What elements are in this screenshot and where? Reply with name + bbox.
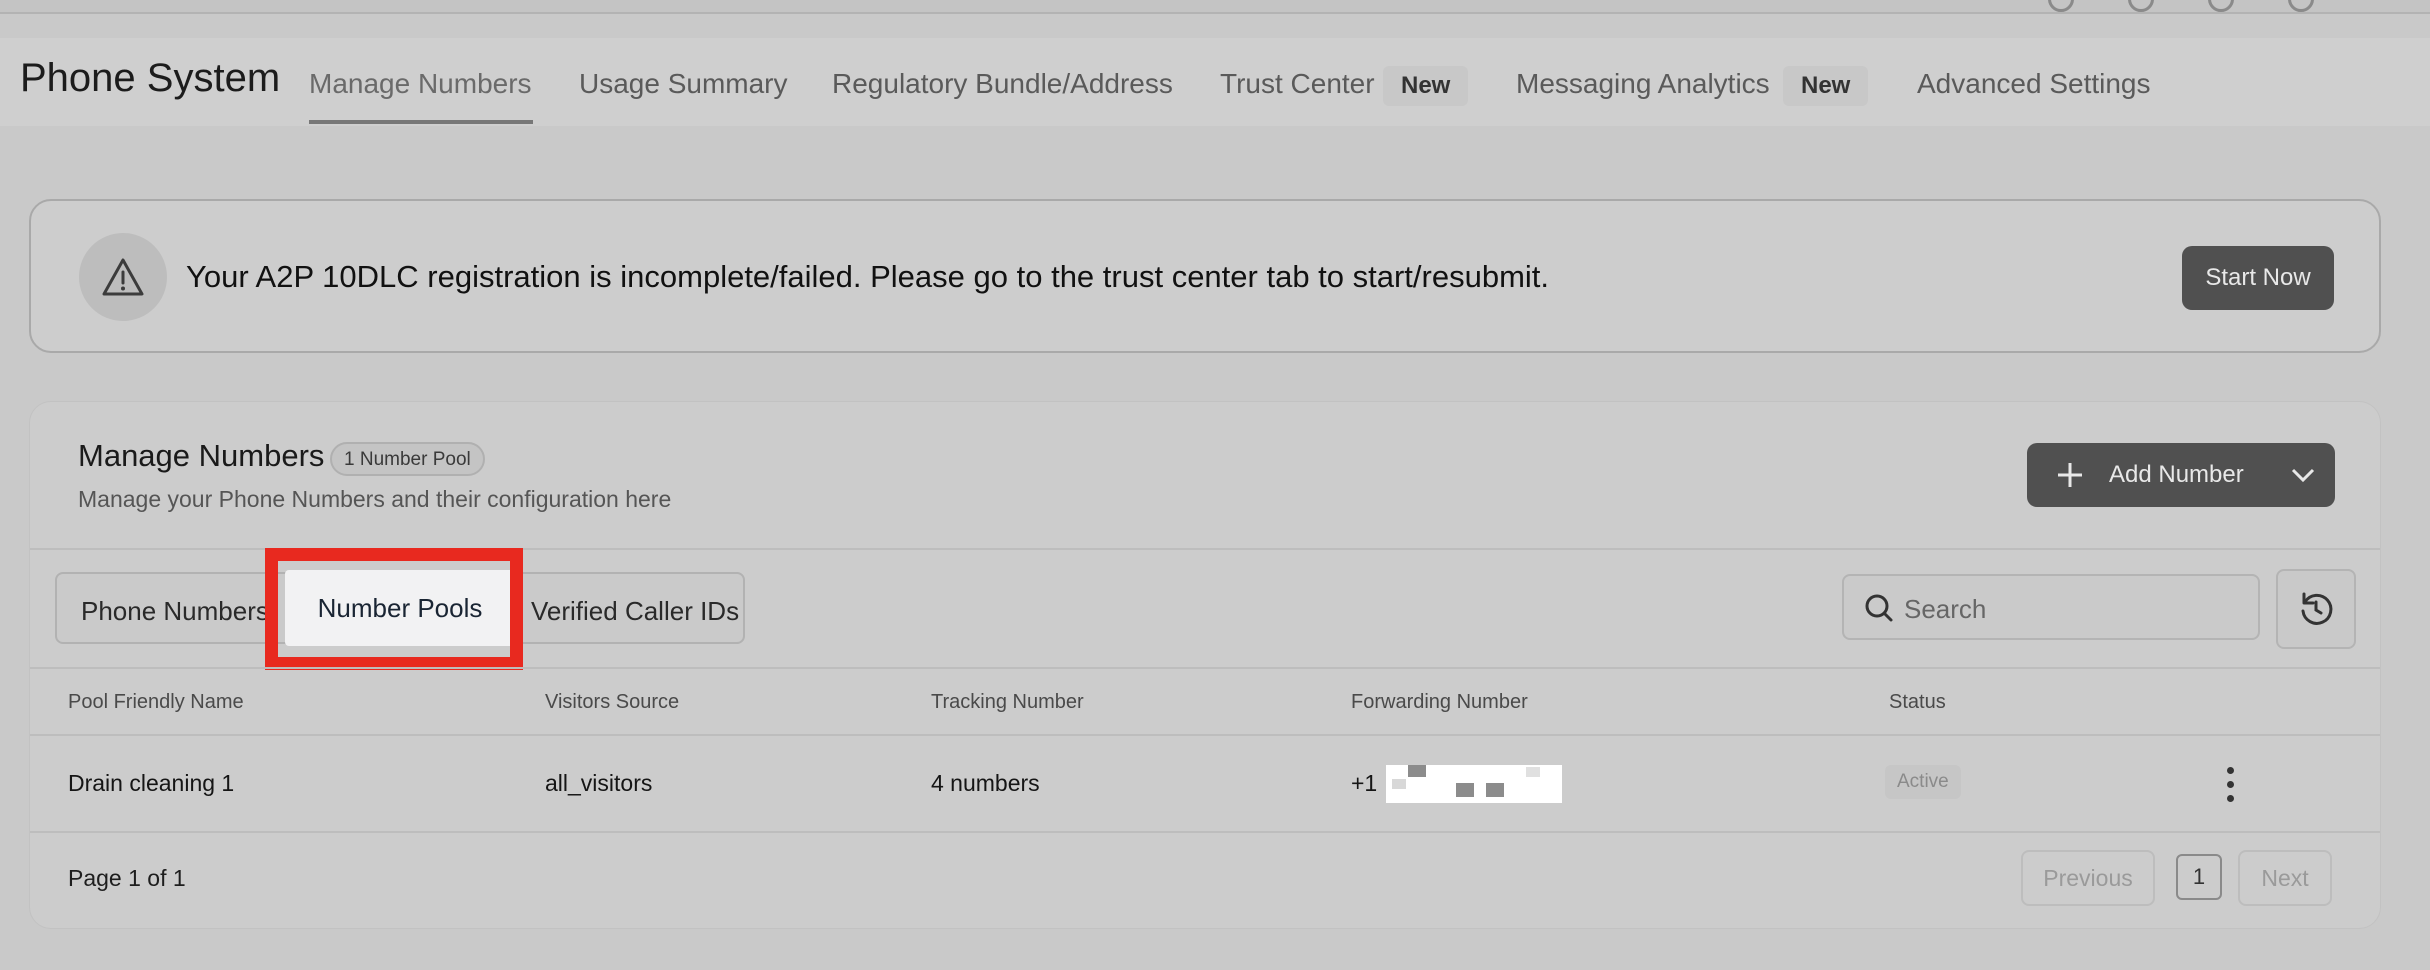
plus-icon — [2058, 463, 2082, 487]
annotation-highlight-box — [265, 548, 523, 670]
column-header-visitors-source: Visitors Source — [545, 691, 680, 713]
active-tab-indicator — [309, 120, 533, 124]
alert-icon-circle — [79, 233, 167, 321]
help-icon[interactable] — [2208, 0, 2234, 12]
notification-icon[interactable] — [2128, 0, 2154, 12]
search-icon — [1865, 594, 1893, 622]
alert-message: Your A2P 10DLC registration is incomplet… — [186, 259, 1550, 294]
column-header-pool-name: Pool Friendly Name — [68, 691, 244, 713]
next-page-button[interactable]: Next — [2238, 850, 2332, 906]
page-info: Page 1 of 1 — [68, 865, 186, 891]
start-now-button[interactable]: Start Now — [2182, 246, 2334, 310]
subtab-phone-numbers[interactable]: Phone Numbers — [81, 596, 269, 627]
column-header-forwarding-number: Forwarding Number — [1351, 691, 1528, 713]
refresh-icon — [2301, 592, 2333, 625]
manage-numbers-card: Manage Numbers 1 Number Pool Manage your… — [29, 401, 2381, 929]
page-number-button[interactable]: 1 — [2176, 854, 2222, 900]
tab-messaging-analytics[interactable]: Messaging Analytics — [1516, 68, 1770, 100]
refresh-button[interactable] — [2276, 569, 2356, 649]
divider — [30, 734, 2380, 736]
previous-page-button[interactable]: Previous — [2021, 850, 2155, 906]
a2p-alert-banner: Your A2P 10DLC registration is incomplet… — [29, 199, 2381, 353]
search-placeholder: Search — [1904, 594, 1987, 624]
forwarding-prefix: +1 — [1351, 770, 1378, 796]
new-badge: New — [1383, 66, 1469, 106]
card-title: Manage Numbers — [78, 438, 325, 473]
subtab-verified-caller-ids[interactable]: Verified Caller IDs — [531, 596, 739, 627]
column-header-status: Status — [1889, 691, 1946, 713]
card-subtitle: Manage your Phone Numbers and their conf… — [78, 486, 672, 512]
divider — [30, 667, 2380, 669]
new-badge: New — [1783, 66, 1869, 106]
tab-trust-center[interactable]: Trust Center — [1220, 68, 1375, 100]
tab-manage-numbers[interactable]: Manage Numbers — [309, 68, 532, 100]
add-number-button[interactable]: Add Number — [2027, 443, 2335, 507]
add-number-label: Add Number — [2109, 461, 2244, 488]
page-title: Phone System — [20, 56, 281, 100]
top-strip — [0, 0, 2430, 14]
status-badge: Active — [1885, 765, 1961, 799]
visitors-source-cell: all_visitors — [545, 770, 653, 796]
tab-regulatory-bundle[interactable]: Regulatory Bundle/Address — [832, 68, 1173, 100]
count-pill: 1 Number Pool — [330, 442, 485, 476]
profile-icon[interactable] — [2048, 0, 2074, 12]
redacted-phone-number — [1386, 765, 1562, 803]
column-header-tracking-number: Tracking Number — [931, 691, 1084, 713]
tab-usage-summary[interactable]: Usage Summary — [579, 68, 788, 100]
pool-name-cell[interactable]: Drain cleaning 1 — [68, 770, 234, 797]
tab-advanced-settings[interactable]: Advanced Settings — [1917, 68, 2151, 100]
settings-icon[interactable] — [2288, 0, 2314, 12]
tracking-number-cell: 4 numbers — [931, 770, 1040, 796]
divider — [30, 831, 2380, 833]
chevron-down-icon[interactable] — [2290, 467, 2316, 483]
page-header: Phone System Manage Numbers Usage Summar… — [0, 38, 2430, 126]
search-input[interactable]: Search — [1842, 574, 2260, 640]
more-options-icon[interactable] — [2220, 765, 2240, 805]
warning-triangle-icon — [102, 258, 144, 296]
